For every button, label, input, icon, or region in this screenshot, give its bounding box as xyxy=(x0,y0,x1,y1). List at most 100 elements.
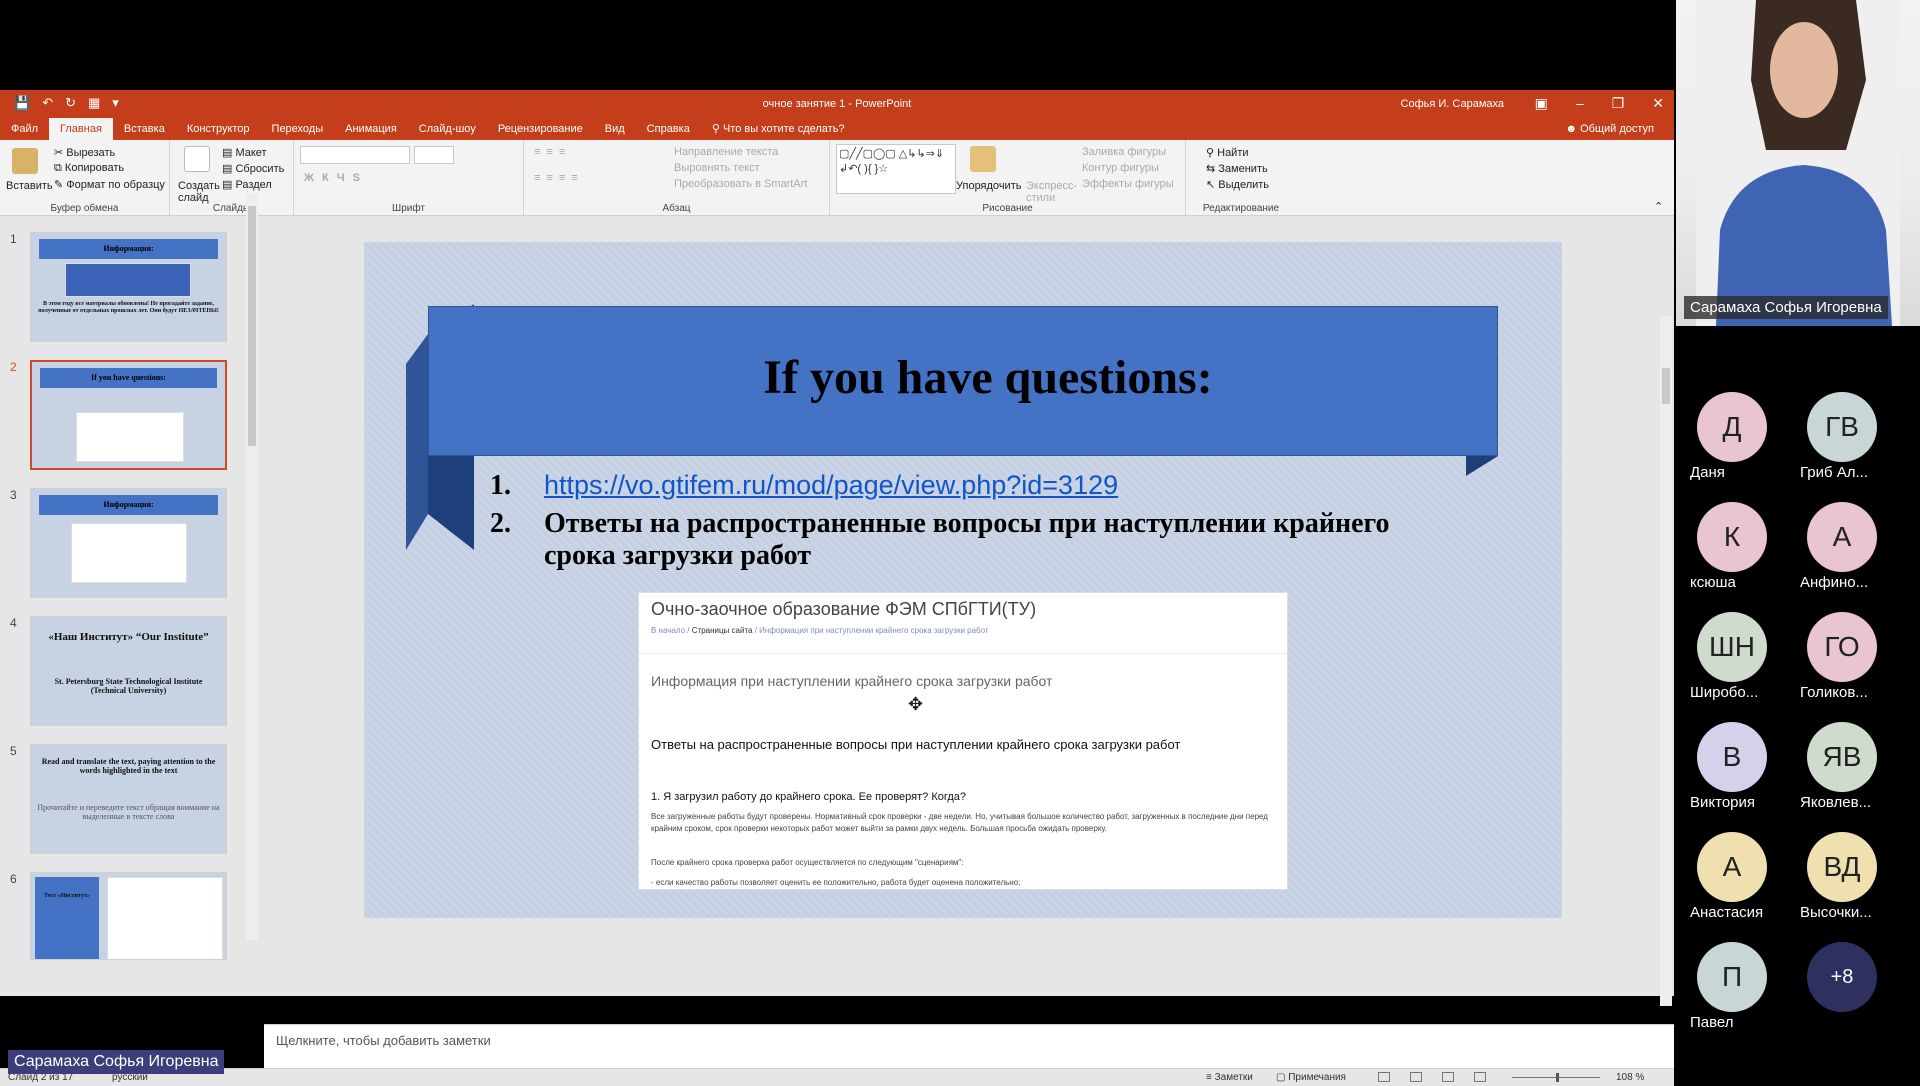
tab-slideshow[interactable]: Слайд-шоу xyxy=(408,118,487,140)
align-text-button[interactable]: Выровнять текст xyxy=(674,162,760,174)
participant-tile[interactable]: П Павел xyxy=(1682,942,1782,1031)
ribbon-display-options-icon[interactable]: ▣ xyxy=(1535,95,1548,112)
collapse-ribbon-icon[interactable]: ⌃ xyxy=(1654,200,1663,213)
embedded-screenshot[interactable]: Очно-заочное образование ФЭМ СПбГТИ(ТУ) … xyxy=(638,592,1288,890)
participant-tile[interactable]: ШН Широбо... xyxy=(1682,612,1782,701)
normal-view-icon[interactable] xyxy=(1378,1072,1390,1082)
slide-list[interactable]: 1. https://vo.gtifem.ru/mod/page/view.php… xyxy=(490,470,1490,572)
notes-pane[interactable]: Щелкните, чтобы добавить заметки xyxy=(264,1024,1674,1068)
paste-icon[interactable] xyxy=(12,148,38,174)
shape-effects-button[interactable]: Эффекты фигуры xyxy=(1082,178,1174,190)
shape-outline-button[interactable]: Контур фигуры xyxy=(1082,162,1159,174)
cut-button[interactable]: ✂ Вырезать xyxy=(54,146,115,159)
slideshow-view-icon[interactable] xyxy=(1474,1072,1486,1082)
slide-title[interactable]: If you have questions: xyxy=(428,350,1548,405)
slides-group-label: Слайды xyxy=(212,203,251,214)
participant-tile[interactable]: А Анфино... xyxy=(1792,502,1892,591)
quick-styles-button[interactable]: Экспресс-стили xyxy=(1026,180,1077,204)
scrollbar-thumb[interactable] xyxy=(1662,368,1670,404)
tab-help[interactable]: Справка xyxy=(636,118,701,140)
shape-fill-button[interactable]: Заливка фигуры xyxy=(1082,146,1166,158)
scrollbar-thumb[interactable] xyxy=(248,206,256,446)
thumb-number: 4 xyxy=(10,616,17,630)
slide-sorter-icon[interactable] xyxy=(1410,1072,1422,1082)
section-button[interactable]: ▤ Раздел xyxy=(222,178,272,191)
comment-icon: ▢ xyxy=(1276,1072,1289,1083)
slide-thumbnail-6[interactable]: Тест «Институт» xyxy=(30,872,227,960)
smartart-button[interactable]: Преобразовать в SmartArt xyxy=(674,178,807,190)
participant-tile[interactable]: ГВ Гриб Ал... xyxy=(1792,392,1892,481)
replace-icon: ⇆ xyxy=(1206,163,1219,175)
tab-insert[interactable]: Вставка xyxy=(113,118,176,140)
find-button[interactable]: ⚲ Найти xyxy=(1206,146,1249,159)
site-paragraph: После крайнего срока проверка работ осущ… xyxy=(651,858,964,867)
reset-button[interactable]: ▤ Сбросить xyxy=(222,162,284,175)
zoom-slider-knob[interactable] xyxy=(1556,1073,1559,1082)
group-clipboard: Вставить ✂ Вырезать ⧉ Копировать ✎ Форма… xyxy=(0,140,170,216)
tab-animations[interactable]: Анимация xyxy=(334,118,408,140)
more-participants-button[interactable]: +8 xyxy=(1792,942,1892,1012)
slide-thumbnail-2[interactable]: If you have questions: xyxy=(30,360,227,470)
slide-thumbnail-4[interactable]: «Наш Институт» “Our Institute” St. Peter… xyxy=(30,616,227,726)
comments-toggle[interactable]: ▢ Примечания xyxy=(1276,1072,1346,1083)
more-count: +8 xyxy=(1807,942,1877,1012)
restore-icon[interactable]: ❐ xyxy=(1612,95,1625,112)
account-name[interactable]: Софья И. Сарамаха xyxy=(1401,98,1504,110)
arrange-icon[interactable] xyxy=(970,146,996,172)
reading-view-icon[interactable] xyxy=(1442,1072,1454,1082)
align-buttons-icon[interactable]: ≡≡≡≡ xyxy=(534,172,584,184)
participant-tile[interactable]: ГО Голиков... xyxy=(1792,612,1892,701)
avatar: ГВ xyxy=(1807,392,1877,462)
tab-file[interactable]: Файл xyxy=(0,118,49,140)
tab-view[interactable]: Вид xyxy=(594,118,636,140)
speaker-image xyxy=(1696,0,1900,326)
thumb-number: 6 xyxy=(10,872,17,886)
find-label: Найти xyxy=(1217,147,1249,159)
replace-button[interactable]: ⇆ Заменить xyxy=(1206,162,1268,175)
tab-transitions[interactable]: Переходы xyxy=(261,118,335,140)
tab-review[interactable]: Рецензирование xyxy=(487,118,594,140)
tell-me-search[interactable]: ⚲ Что вы хотите сделать? xyxy=(701,118,856,140)
cut-label: Вырезать xyxy=(66,147,116,159)
slide-scrollbar[interactable] xyxy=(1660,316,1672,1006)
arrange-button[interactable]: Упорядочить xyxy=(956,180,1021,192)
select-button[interactable]: ↖ Выделить xyxy=(1206,178,1269,191)
divider xyxy=(639,653,1287,654)
copy-button[interactable]: ⧉ Копировать xyxy=(54,162,124,175)
layout-button[interactable]: ▤ Макет xyxy=(222,146,267,159)
font-format-buttons[interactable]: ЖКЧS xyxy=(304,172,368,184)
share-label: Общий доступ xyxy=(1580,123,1654,135)
participant-tile[interactable]: Д Даня xyxy=(1682,392,1782,481)
notes-toggle[interactable]: ≡ Заметки xyxy=(1206,1072,1253,1083)
new-slide-button[interactable]: Создать слайд xyxy=(178,180,220,204)
participant-tile[interactable]: А Анастасия xyxy=(1682,832,1782,921)
shapes-gallery[interactable]: ▢╱╱▢◯▢ △↳↳⇒⇓ ↲↶( ){ }☆ xyxy=(836,144,956,194)
format-painter-button[interactable]: ✎ Формат по образцу xyxy=(54,178,165,191)
list-buttons-icon[interactable]: ≡≡≡ xyxy=(534,146,571,158)
text-direction-button[interactable]: Направление текста xyxy=(674,146,778,158)
participant-name: Анастасия xyxy=(1690,904,1764,921)
minimize-icon[interactable]: – xyxy=(1576,95,1584,112)
slide-thumbnail-5[interactable]: Read and translate the text, paying atte… xyxy=(30,744,227,854)
tab-home[interactable]: Главная xyxy=(49,118,113,140)
share-button[interactable]: ☻ Общий доступ xyxy=(1565,118,1674,140)
tab-design[interactable]: Конструктор xyxy=(176,118,261,140)
participant-tile[interactable]: ВД Высочки... xyxy=(1792,832,1892,921)
list-item-text: Ответы на распространенные вопросы при н… xyxy=(544,508,1390,539)
new-slide-icon[interactable] xyxy=(184,146,210,172)
font-family-select[interactable] xyxy=(300,146,410,164)
paste-button[interactable]: Вставить xyxy=(6,180,53,192)
thumb-table xyxy=(65,263,191,297)
participant-tile[interactable]: В Виктория xyxy=(1682,722,1782,811)
thumb-title: Read and translate the text, paying atte… xyxy=(41,757,216,776)
slide-thumbnail-1[interactable]: Информация: В этом году все материалы об… xyxy=(30,232,227,342)
close-icon[interactable]: ✕ xyxy=(1652,95,1664,112)
font-size-select[interactable] xyxy=(414,146,454,164)
participant-tile[interactable]: Кксюша xyxy=(1682,502,1782,591)
course-link[interactable]: https://vo.gtifem.ru/mod/page/view.php?i… xyxy=(544,470,1118,500)
font-group-label: Шрифт xyxy=(392,203,425,214)
thumbnail-scrollbar[interactable] xyxy=(246,194,258,940)
zoom-level[interactable]: 108 % xyxy=(1616,1072,1644,1083)
participant-tile[interactable]: ЯВ Яковлев... xyxy=(1792,722,1892,811)
slide-thumbnail-3[interactable]: Информация: xyxy=(30,488,227,598)
